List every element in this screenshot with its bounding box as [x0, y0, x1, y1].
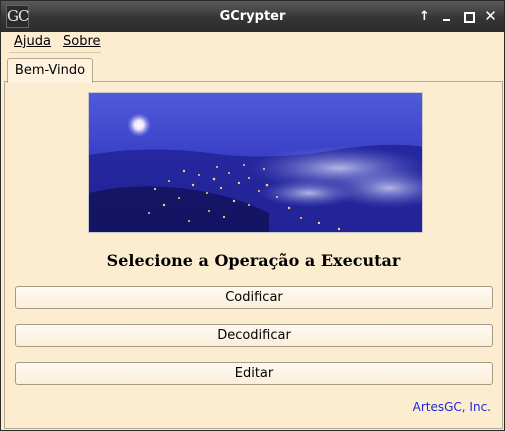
decodificar-button[interactable]: Decodificar — [15, 324, 493, 347]
maximize-icon[interactable] — [460, 8, 477, 25]
app-window: GC GCrypter ↑ ✕ Ajuda Sobre Bem-Vindo Se… — [0, 0, 505, 431]
tab-bem-vindo[interactable]: Bem-Vindo — [7, 58, 93, 83]
codificar-button[interactable]: Codificar — [15, 286, 493, 309]
close-icon[interactable]: ✕ — [482, 8, 499, 25]
minimize-icon[interactable] — [438, 8, 455, 25]
banner-image — [88, 92, 423, 233]
artesgc-link[interactable]: ArtesGC, Inc. — [413, 400, 491, 414]
menu-ajuda[interactable]: Ajuda — [12, 34, 53, 49]
menu-sobre[interactable]: Sobre — [61, 34, 103, 49]
menu-divider — [9, 52, 101, 53]
menu-ajuda-label: Ajuda — [14, 34, 51, 49]
page-heading: Selecione a Operação a Executar — [106, 251, 401, 270]
keep-above-icon[interactable]: ↑ — [416, 8, 433, 25]
title-bar[interactable]: GC GCrypter ↑ ✕ — [1, 1, 504, 32]
menu-sobre-label: Sobre — [63, 34, 101, 49]
menu-bar: Ajuda Sobre — [1, 32, 504, 54]
editar-button[interactable]: Editar — [15, 362, 493, 385]
